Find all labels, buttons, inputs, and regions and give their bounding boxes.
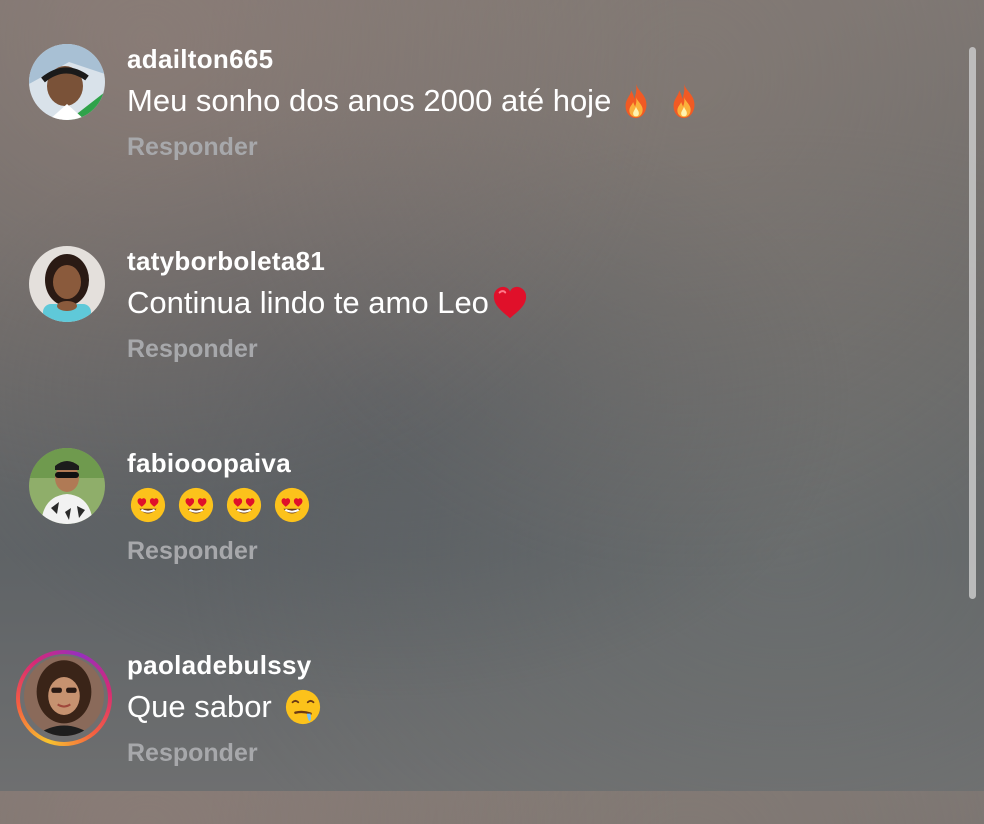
comment-text: Que sabor: [127, 688, 322, 726]
comment-item: fabiooopaiva Responder: [0, 448, 940, 608]
reply-button[interactable]: Responder: [127, 739, 258, 768]
reply-button[interactable]: Responder: [127, 537, 258, 566]
avatar[interactable]: [24, 656, 104, 736]
heart-eyes-emoji-icon: [177, 486, 215, 524]
red-heart-emoji-icon: [491, 284, 529, 322]
comment-item: adailton665 Meu sonho dos anos 2000 até …: [0, 44, 940, 204]
fire-emoji-icon: [617, 82, 655, 120]
heart-eyes-emoji-icon: [225, 486, 263, 524]
comment-username[interactable]: fabiooopaiva: [127, 448, 291, 479]
comment-username[interactable]: adailton665: [127, 44, 273, 75]
avatar[interactable]: [29, 44, 105, 120]
comment-username[interactable]: paoladebulssy: [127, 650, 312, 681]
comment-username[interactable]: tatyborboleta81: [127, 246, 325, 277]
avatar[interactable]: [29, 246, 105, 322]
heart-eyes-emoji-icon: [273, 486, 311, 524]
comment-text-content: Continua lindo te amo Leo: [127, 285, 489, 320]
reply-button[interactable]: Responder: [127, 335, 258, 364]
comment-text-content: Meu sonho dos anos 2000 até hoje: [127, 83, 612, 118]
drooling-face-emoji-icon: [284, 688, 322, 726]
comment-text: [127, 486, 311, 524]
avatar[interactable]: [29, 448, 105, 524]
scrollbar[interactable]: [969, 47, 976, 599]
reply-button[interactable]: Responder: [127, 133, 258, 162]
comment-text: Continua lindo te amo Leo: [127, 284, 529, 322]
comment-item: paoladebulssy Que sabor Responder: [0, 650, 940, 824]
fire-emoji-icon: [665, 82, 703, 120]
comment-text-content: Que sabor: [127, 689, 272, 724]
heart-eyes-emoji-icon: [129, 486, 167, 524]
comment-text: Meu sonho dos anos 2000 até hoje: [127, 82, 703, 120]
comment-item: tatyborboleta81 Continua lindo te amo Le…: [0, 246, 940, 406]
